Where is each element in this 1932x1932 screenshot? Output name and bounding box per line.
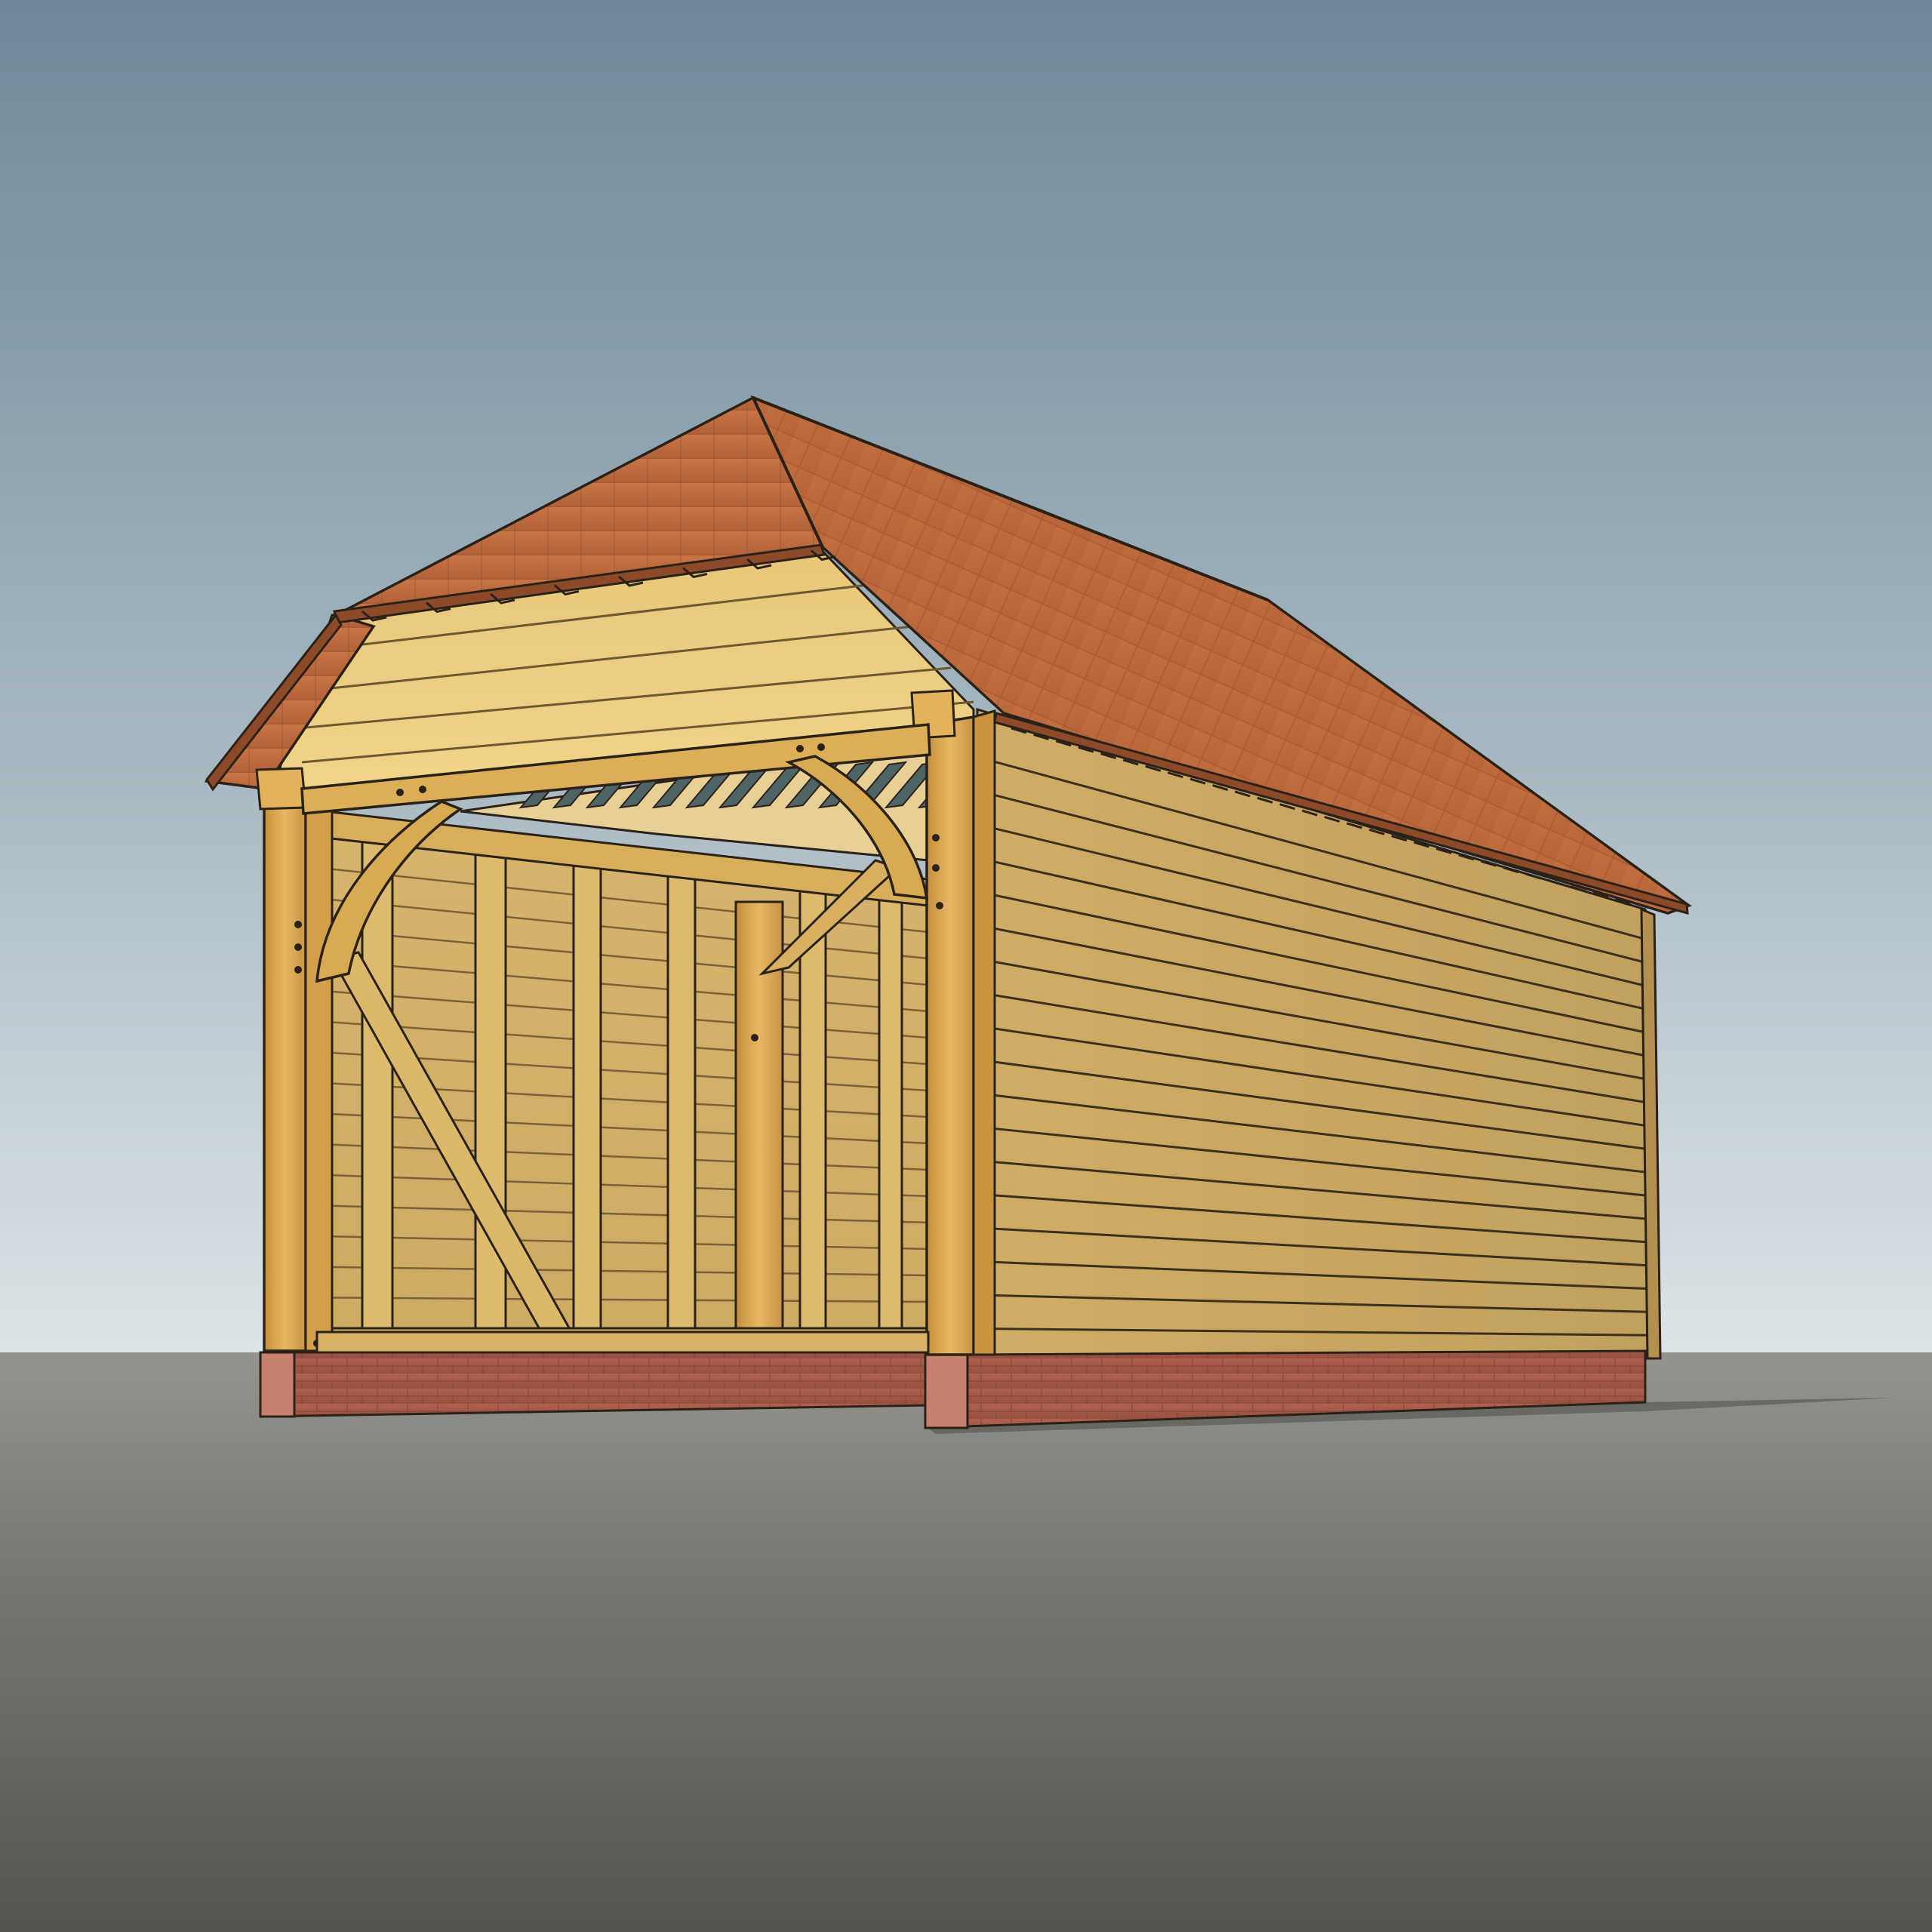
oak-peg <box>751 1034 758 1041</box>
oak-peg <box>936 902 943 909</box>
oak-peg <box>294 921 302 928</box>
ground-plane <box>0 1352 1932 1932</box>
oak-peg <box>932 864 940 872</box>
garage-render <box>0 0 1932 1932</box>
left-post <box>263 804 307 1352</box>
oak-peg <box>396 789 404 796</box>
oak-peg <box>294 966 302 974</box>
oak-peg <box>817 743 825 751</box>
back-wall <box>323 810 930 1352</box>
oak-peg <box>419 786 426 793</box>
oak-peg <box>294 943 302 951</box>
oak-peg <box>932 834 940 841</box>
oak-peg <box>796 745 804 752</box>
right-post <box>925 715 975 1356</box>
front-sill <box>315 1331 930 1354</box>
